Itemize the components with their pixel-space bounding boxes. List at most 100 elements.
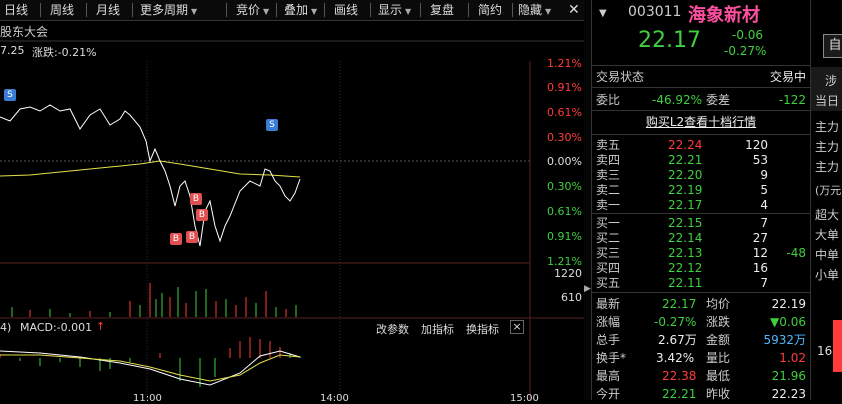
stat-label: 昨收 [706, 387, 731, 401]
fund-flow-label: 主力 [815, 140, 840, 154]
simple-mode-button[interactable]: 简约 [478, 0, 502, 20]
trade-status-row: 交易状态 交易中 [592, 68, 810, 86]
fund-flow-bar [833, 320, 842, 372]
toolbar-divider [468, 3, 469, 17]
divider [592, 134, 810, 135]
level-label: 卖一 [596, 198, 621, 212]
l2-purchase-link[interactable]: 购买L2查看十档行情 [646, 115, 756, 129]
add-watchlist-button[interactable]: 自 [823, 34, 842, 58]
stat-row: 最新 22.17 均价 22.19 [592, 295, 810, 313]
stat-value: 5932万 [763, 333, 806, 347]
caret-down-icon: ▼ [545, 7, 552, 16]
price-change-pct: -0.27% [724, 44, 767, 58]
avg-price-line [0, 160, 301, 178]
fund-flow-label: 中单 [815, 248, 840, 262]
weibi-value: -46.92% [652, 93, 703, 107]
display-dropdown[interactable]: 显示 ▼ [378, 0, 411, 20]
level-volume: 7 [760, 276, 768, 290]
order-ratio-row: 委比 -46.92% 委差 -122 [592, 91, 810, 109]
stat-row: 涨幅 -0.27% 涨跌 ▼0.06 [592, 313, 810, 331]
caret-down-icon: ▼ [263, 7, 270, 16]
time-label: 15:00 [510, 393, 539, 404]
macd-histogram [0, 337, 301, 387]
collapse-arrow-icon[interactable]: ▶ [584, 284, 591, 294]
tab-day[interactable]: 日线 [4, 0, 28, 20]
stat-value: ▼0.06 [770, 315, 806, 329]
divider [592, 65, 810, 66]
ask-row: 卖一 22.17 4 [592, 196, 810, 214]
stock-name: 海象新材 [688, 5, 760, 26]
fund-flow-unit: (万元 [815, 184, 842, 197]
time-label: 14:00 [320, 393, 349, 404]
fund-flow-label: 超大 [815, 208, 840, 222]
edit-params-button[interactable]: 改参数 [376, 321, 409, 337]
stat-label: 今开 [596, 387, 621, 401]
toolbar-divider [370, 3, 371, 17]
l2-link-row: 购买L2查看十档行情 [592, 113, 810, 131]
buy-marker[interactable]: B [170, 233, 182, 245]
macd-readout: MACD:-0.001 [20, 321, 93, 334]
draw-line-button[interactable]: 画线 [334, 0, 358, 20]
tab-month[interactable]: 月线 [96, 0, 120, 20]
hide-dropdown[interactable]: 隐藏 ▼ [518, 0, 551, 20]
stat-label: 最低 [706, 369, 731, 383]
macd-arrow-icon: ↑ [96, 320, 106, 333]
buy-marker[interactable]: B [196, 209, 208, 221]
toolbar-divider [324, 3, 325, 17]
sell-marker[interactable]: S [266, 119, 278, 131]
stat-value: 21.96 [771, 369, 806, 383]
change-indicator-button[interactable]: 换指标 [466, 321, 499, 337]
stat-value: 22.21 [662, 387, 697, 401]
toolbar-divider [40, 3, 41, 17]
sell-marker-label: S [269, 120, 275, 130]
auction-dropdown[interactable]: 竞价 ▼ [236, 0, 269, 20]
fund-flow-label: 主力 [815, 120, 840, 134]
period-toolbar: 日线 周线 月线 更多周期 ▼ 竞价 ▼ 叠加 ▼ 画线 显示 ▼ 复盘 简约 隐藏 ▼ … [0, 0, 590, 21]
stat-value: -0.27% [654, 315, 697, 329]
stat-row: 总手 2.67万 金额 5932万 [592, 331, 810, 349]
stat-label: 均价 [706, 297, 731, 311]
hide-label: 隐藏 [518, 3, 543, 17]
stat-label: 换手* [596, 351, 627, 365]
divider [592, 110, 810, 111]
close-panel-button[interactable]: × [510, 320, 524, 334]
add-indicator-button[interactable]: 加指标 [421, 321, 454, 337]
buy-marker[interactable]: B [186, 231, 198, 243]
macd-dea-line [0, 354, 301, 382]
weicha-label: 委差 [706, 93, 731, 107]
close-icon[interactable]: ✕ [568, 0, 580, 20]
overlay-dropdown[interactable]: 叠加 ▼ [284, 0, 317, 20]
tab-week[interactable]: 周线 [50, 0, 74, 20]
stock-code: 003011 [628, 4, 682, 20]
buy-marker-label: B [172, 234, 180, 244]
fund-flow-label: 主力 [815, 160, 840, 174]
fund-flow-subtitle: 当日 [815, 94, 840, 108]
replay-button[interactable]: 复盘 [430, 0, 454, 20]
divider [592, 87, 810, 88]
dropdown-caret-icon[interactable]: ▼ [599, 8, 607, 19]
intraday-chart-area: 股东大会 7.25 涨跌:-0.21% 1.21% 0.91% 0.61% 0.… [0, 21, 584, 404]
stat-row: 今开 22.21 昨收 22.23 [592, 385, 810, 403]
auction-label: 竞价 [236, 3, 261, 17]
stat-value: 22.38 [662, 369, 697, 383]
stat-label: 最新 [596, 297, 621, 311]
fund-flow-label: 大单 [815, 228, 840, 242]
price-line [0, 104, 301, 247]
caret-down-icon: ▼ [311, 7, 318, 16]
caret-down-icon: ▼ [405, 7, 412, 16]
more-periods-label: 更多周期 [140, 3, 189, 17]
toolbar-divider [512, 3, 513, 17]
volume-bars [11, 283, 297, 317]
toolbar-divider [276, 3, 277, 17]
level-volume: 4 [760, 198, 768, 212]
stat-value: 2.67万 [658, 333, 697, 347]
panel-splitter[interactable]: ▶ [584, 0, 591, 400]
sell-marker[interactable]: S [4, 89, 16, 101]
fund-flow-panel: 自 涉 当日 主力 主力 主力 (万元 超大 大单 中单 小单 16 [810, 0, 842, 400]
weibi-label: 委比 [596, 93, 621, 107]
divider [592, 292, 810, 293]
overlay-label: 叠加 [284, 3, 309, 17]
buy-marker[interactable]: B [190, 193, 202, 205]
more-periods-dropdown[interactable]: 更多周期 ▼ [140, 0, 197, 20]
fund-flow-tab[interactable]: 涉 [825, 72, 837, 89]
